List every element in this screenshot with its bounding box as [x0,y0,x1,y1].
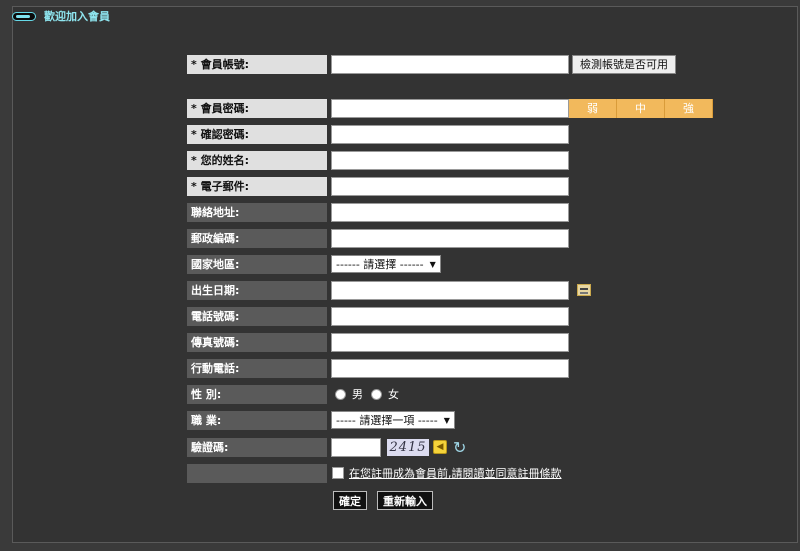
email-input[interactable] [331,176,569,196]
row-fax: 傳真號碼: [187,332,569,352]
check-account-button[interactable]: 檢測帳號是否可用 [572,54,676,74]
job-select-value: ----- 請選擇一項 ----- [336,414,438,427]
password-strength-meter: 弱 中 強 [569,98,713,118]
label-password: * 會員密碼: [187,98,327,118]
strength-weak: 弱 [569,98,617,118]
gender-male-radio[interactable]: 男 [335,386,363,402]
captcha-input[interactable] [331,437,381,457]
label-email: * 電子郵件: [187,176,327,196]
row-password: * 會員密碼: 弱 中 強 [187,98,713,118]
refresh-icon[interactable]: ↻ [453,438,466,457]
row-confirm: * 確認密碼: [187,124,569,144]
gender-male-label: 男 [352,388,363,401]
label-job: 職 業: [187,410,327,430]
chevron-down-icon: ▼ [443,415,450,425]
label-agree-blank [187,463,327,483]
row-captcha: 驗證碼: 2415 ◀ ↻ [187,437,466,457]
gender-female-label: 女 [388,388,399,401]
reset-button[interactable]: 重新輸入 [377,491,433,510]
panel-title: 歡迎加入會員 [44,10,110,23]
mobile-input[interactable] [331,358,569,378]
row-job: 職 業: ----- 請選擇一項 ----- ▼ [187,410,455,430]
label-address: 聯絡地址: [187,202,327,222]
row-mobile: 行動電話: [187,358,569,378]
strength-medium: 中 [617,98,665,118]
zip-input[interactable] [331,228,569,248]
name-input[interactable] [331,150,569,170]
row-email: * 電子郵件: [187,176,569,196]
birthday-input[interactable] [331,280,569,300]
label-zip: 郵政編碼: [187,228,327,248]
checkbox-icon [332,467,344,479]
radio-circle-icon [335,388,346,400]
job-select[interactable]: ----- 請選擇一項 ----- ▼ [331,411,455,429]
label-mobile: 行動電話: [187,358,327,378]
country-select[interactable]: ------ 請選擇 ------ ▼ [331,255,441,273]
label-fax: 傳真號碼: [187,332,327,352]
label-birthday: 出生日期: [187,280,327,300]
label-captcha: 驗證碼: [187,437,327,457]
row-phone: 電話號碼: [187,306,569,326]
label-phone: 電話號碼: [187,306,327,326]
captcha-image: 2415 [387,438,429,456]
row-zip: 郵政編碼: [187,228,569,248]
row-country: 國家地區: ------ 請選擇 ------ ▼ [187,254,441,274]
gender-female-radio[interactable]: 女 [371,386,399,402]
calendar-icon[interactable] [577,284,591,296]
header-pill-icon [12,11,36,21]
agree-checkbox[interactable]: 在您註冊成為會員前,請閱讀並同意註冊條款 [332,465,562,481]
agree-terms-link[interactable]: 在您註冊成為會員前,請閱讀並同意註冊條款 [349,465,562,481]
label-account: * 會員帳號: [187,54,327,74]
address-input[interactable] [331,202,569,222]
phone-input[interactable] [331,306,569,326]
row-birthday: 出生日期: [187,280,591,300]
confirm-password-input[interactable] [331,124,569,144]
fax-input[interactable] [331,332,569,352]
country-select-value: ------ 請選擇 ------ [336,258,424,271]
chevron-down-icon: ▼ [429,259,436,269]
label-gender: 性 別: [187,384,327,404]
row-agree: 在您註冊成為會員前,請閱讀並同意註冊條款 [187,463,562,483]
radio-circle-icon [371,388,382,400]
label-confirm: * 確認密碼: [187,124,327,144]
panel-header: 歡迎加入會員 [12,8,110,24]
row-name: * 您的姓名: [187,150,569,170]
submit-button[interactable]: 確定 [333,491,367,510]
password-input[interactable] [331,98,569,118]
label-name: * 您的姓名: [187,150,327,170]
account-input[interactable] [331,54,569,74]
label-country: 國家地區: [187,254,327,274]
strength-strong: 強 [665,98,713,118]
speaker-icon[interactable]: ◀ [433,440,447,454]
row-gender: 性 別: 男 女 [187,384,399,404]
row-address: 聯絡地址: [187,202,569,222]
form-actions: 確定 重新輸入 [333,491,443,510]
row-account: * 會員帳號: 檢測帳號是否可用 [187,54,676,74]
